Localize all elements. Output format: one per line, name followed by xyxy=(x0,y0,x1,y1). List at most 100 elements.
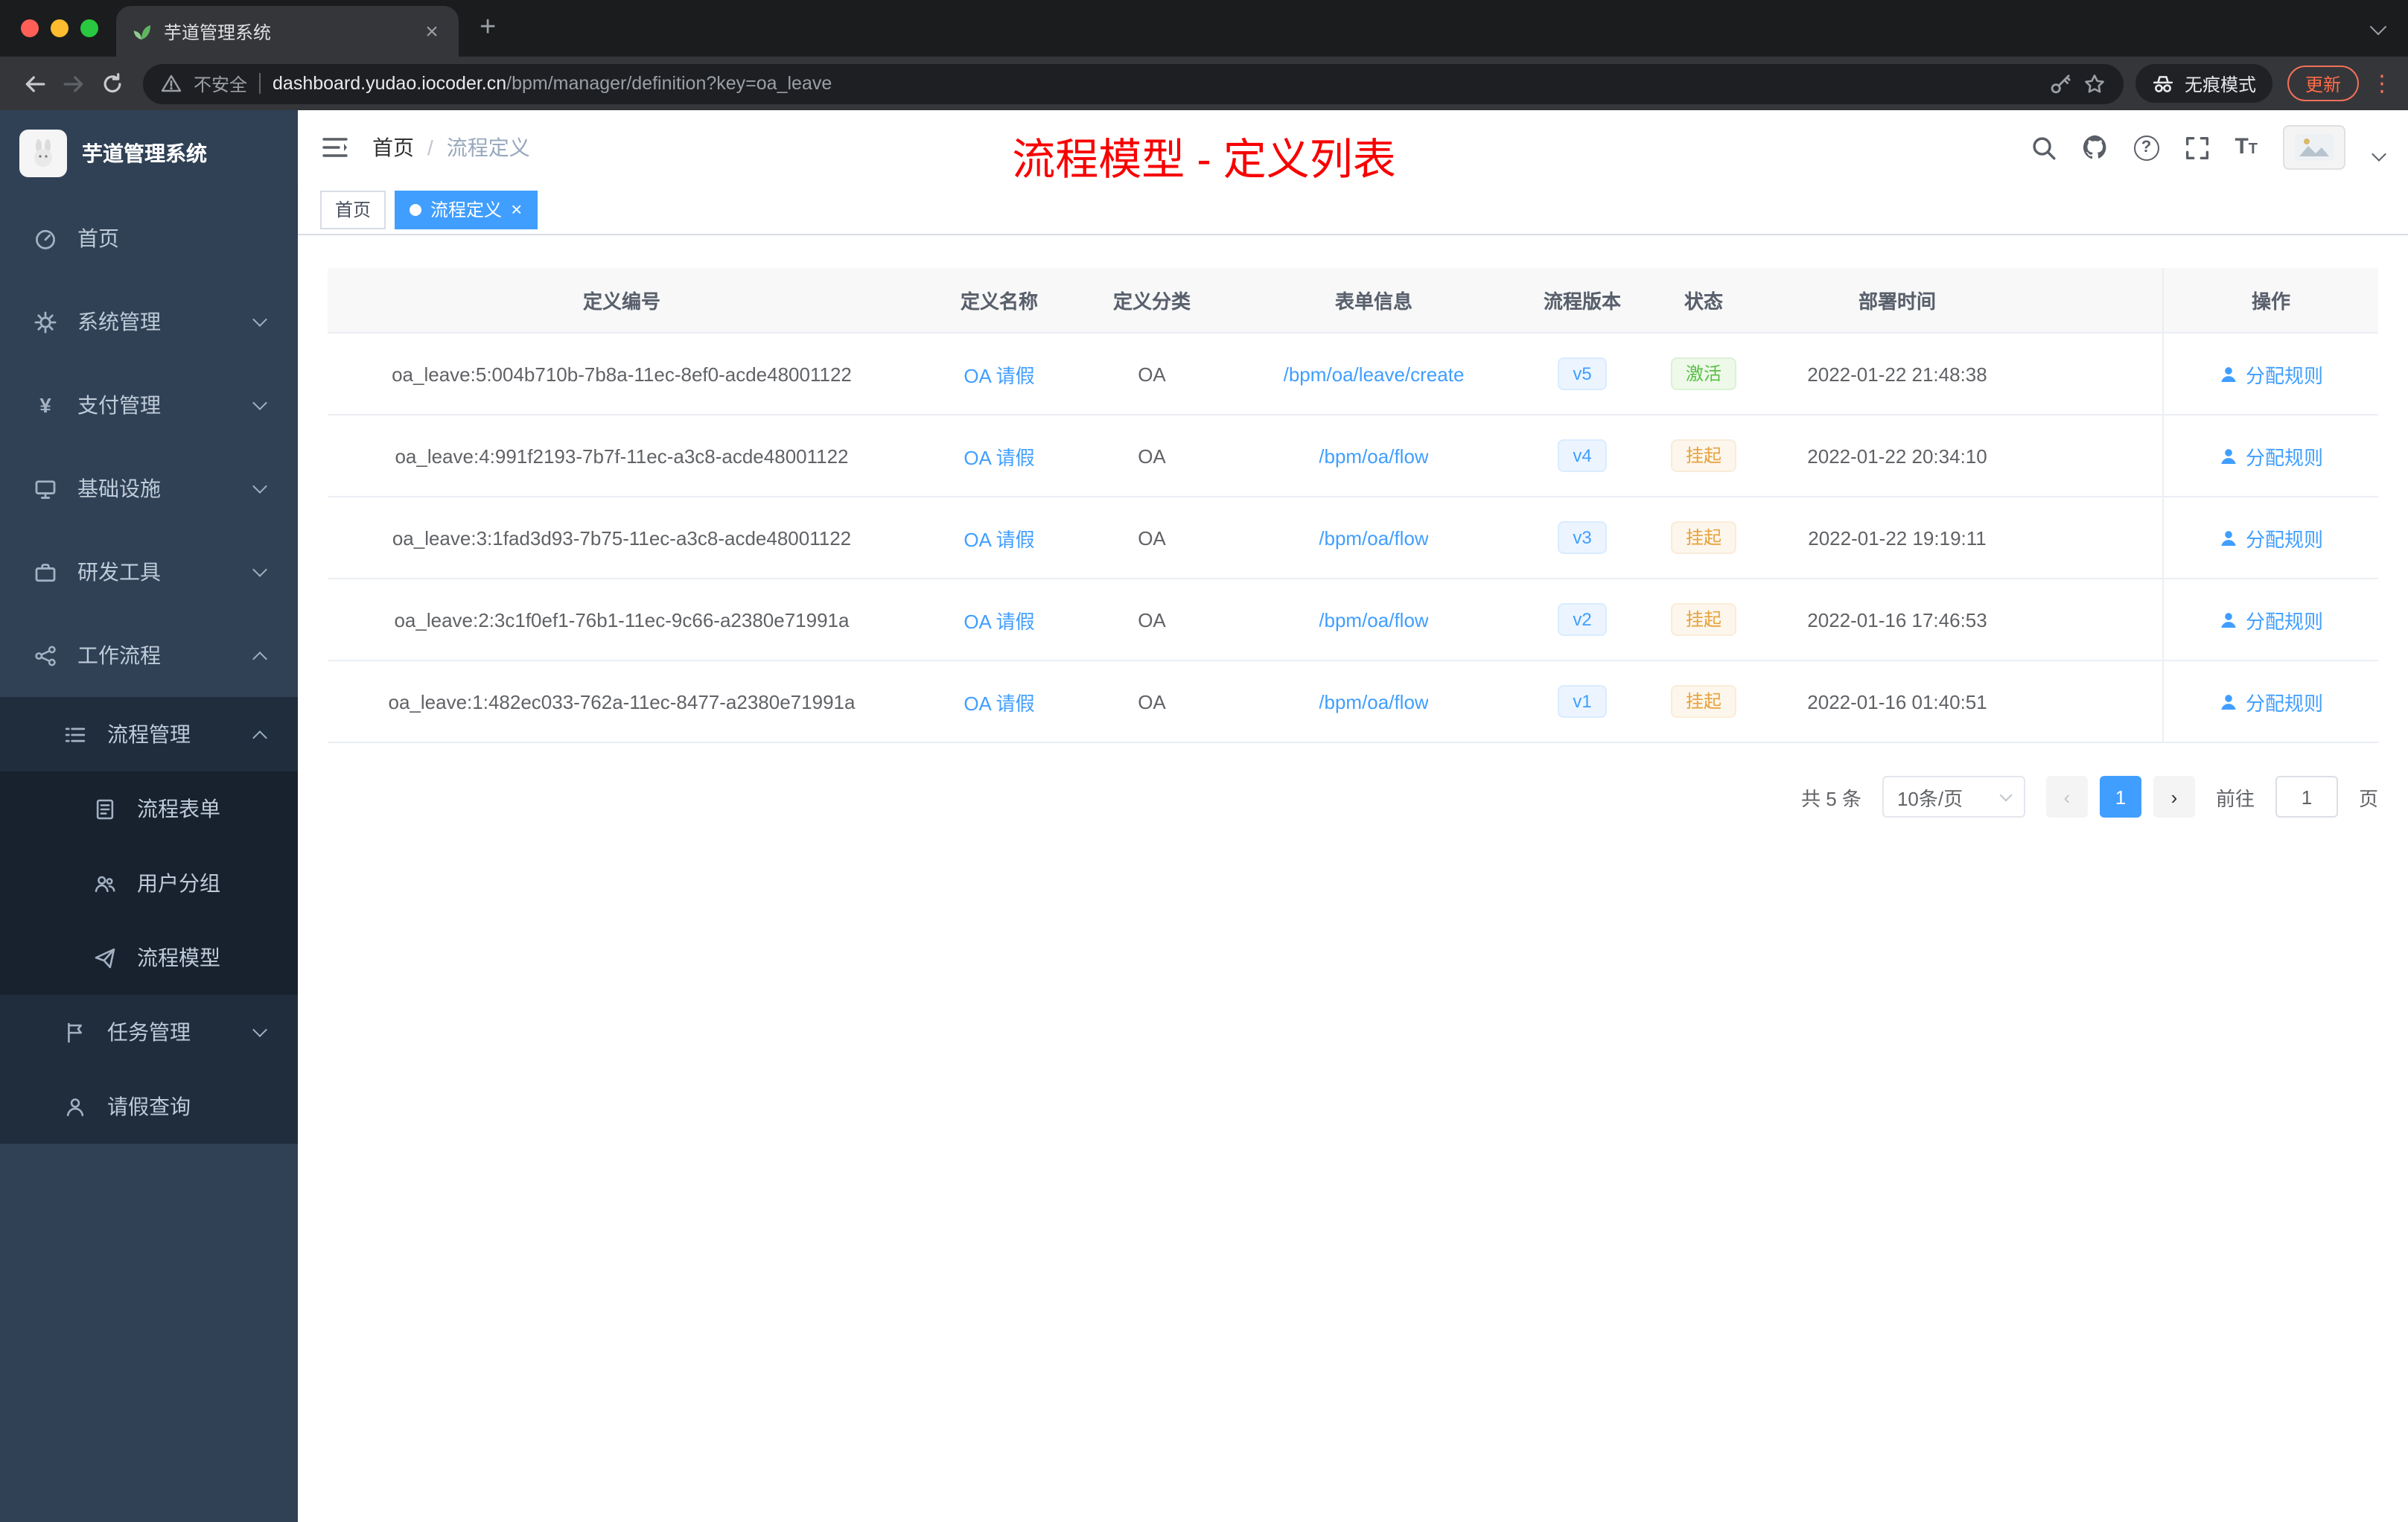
search-icon[interactable] xyxy=(2030,135,2056,160)
table-row: oa_leave:5:004b710b-7b8a-11ec-8ef0-acde4… xyxy=(328,334,2378,415)
github-icon[interactable] xyxy=(2081,134,2108,161)
chrome-update-button[interactable]: 更新 xyxy=(2287,66,2359,101)
assign-rule-button[interactable]: 分配规则 xyxy=(2219,523,2323,552)
status-badge: 挂起 xyxy=(1670,685,1736,718)
version-badge: v5 xyxy=(1558,357,1607,390)
goto-unit: 页 xyxy=(2358,787,2378,809)
sidebar-item-user-group[interactable]: 用户分组 xyxy=(0,846,298,920)
avatar-dropdown-chevron-icon[interactable] xyxy=(2372,146,2386,161)
forward-button[interactable] xyxy=(54,72,92,95)
window-minimize-button[interactable] xyxy=(51,19,69,37)
new-tab-button[interactable]: + xyxy=(480,12,496,45)
assign-rule-button[interactable]: 分配规则 xyxy=(2219,360,2323,388)
user-icon xyxy=(2221,448,2236,464)
definition-table: 定义编号 定义名称 定义分类 表单信息 流程版本 状态 部署时间 操作 oa_l… xyxy=(328,268,2378,743)
tab-favicon-leaf-icon xyxy=(133,25,150,39)
col-deploy-time: 部署时间 xyxy=(1858,290,1936,313)
status-cell: 挂起 xyxy=(1638,661,1769,742)
workflow-submenu: 流程管理 流程表单 用户分组 流程模型 任务管理 请假查询 xyxy=(0,697,298,1144)
tab-title: 芋道管理系统 xyxy=(164,22,272,42)
sidebar-item-devtools[interactable]: 研发工具 xyxy=(0,530,298,614)
tag-home[interactable]: 首页 xyxy=(320,190,386,229)
password-key-icon[interactable] xyxy=(2049,72,2071,95)
workflow-icon xyxy=(33,644,58,666)
tag-process-definition[interactable]: 流程定义 × xyxy=(395,190,538,229)
definition-name-cell: OA 请假 xyxy=(916,415,1083,496)
omnibox-divider xyxy=(259,73,261,94)
form-link[interactable]: /bpm/oa/flow xyxy=(1319,445,1428,467)
breadcrumb-current: 流程定义 xyxy=(446,136,530,159)
sidebar-item-payment[interactable]: ¥ 支付管理 xyxy=(0,363,298,447)
tab-close-icon[interactable]: × xyxy=(420,20,444,42)
assign-rule-button[interactable]: 分配规则 xyxy=(2219,605,2323,634)
bookmark-star-icon[interactable] xyxy=(2083,72,2106,95)
reload-button[interactable] xyxy=(92,72,131,95)
col-process-version: 流程版本 xyxy=(1543,290,1621,313)
prev-page-button[interactable]: ‹ xyxy=(2045,776,2088,818)
sidebar-item-system[interactable]: 系统管理 xyxy=(0,280,298,363)
help-icon[interactable]: ? xyxy=(2133,135,2159,160)
security-warning-icon[interactable] xyxy=(161,73,182,94)
definition-name-link[interactable]: OA 请假 xyxy=(963,687,1034,716)
window-close-button[interactable] xyxy=(21,19,39,37)
version-cell: v5 xyxy=(1526,334,1638,414)
form-link[interactable]: /bpm/oa/flow xyxy=(1319,526,1428,549)
back-button[interactable] xyxy=(15,72,54,95)
status-cell: 挂起 xyxy=(1638,415,1769,496)
address-bar[interactable]: 不安全 dashboard.yudao.iocoder.cn/bpm/manag… xyxy=(143,63,2124,104)
definition-name-cell: OA 请假 xyxy=(916,334,1083,414)
sidebar-item-infrastructure[interactable]: 基础设施 xyxy=(0,447,298,530)
goto-page-input[interactable] xyxy=(2275,776,2338,818)
sidebar-item-workflow[interactable]: 工作流程 xyxy=(0,614,298,697)
sidebar-item-home[interactable]: 首页 xyxy=(0,197,298,280)
sidebar-item-process-form[interactable]: 流程表单 xyxy=(0,771,298,846)
version-cell: v3 xyxy=(1526,497,1638,578)
devtools-icon xyxy=(33,561,58,583)
sidebar-item-leave-query[interactable]: 请假查询 xyxy=(0,1069,298,1144)
browser-tab[interactable]: 芋道管理系统 × xyxy=(116,6,459,57)
font-size-icon[interactable] xyxy=(2235,134,2258,161)
form-link[interactable]: /bpm/oa/flow xyxy=(1319,690,1428,713)
definition-name-link[interactable]: OA 请假 xyxy=(963,360,1034,388)
next-page-button[interactable]: › xyxy=(2153,776,2195,818)
avatar[interactable] xyxy=(2283,125,2345,170)
sidebar-toggle-icon[interactable] xyxy=(322,136,348,159)
window-zoom-button[interactable] xyxy=(80,19,98,37)
tab-search-chevron-icon[interactable] xyxy=(2369,18,2387,36)
home-icon xyxy=(33,227,58,249)
status-badge: 挂起 xyxy=(1670,603,1736,636)
page-1-button[interactable]: 1 xyxy=(2099,776,2141,818)
app-title: 芋道管理系统 xyxy=(82,141,207,165)
definition-id: oa_leave:3:1fad3d93-7b75-11ec-a3c8-acde4… xyxy=(392,526,852,549)
action-cell: 分配规则 xyxy=(2162,415,2378,496)
user-icon xyxy=(2221,366,2236,382)
sidebar-item-task-management[interactable]: 任务管理 xyxy=(0,995,298,1069)
version-cell: v4 xyxy=(1526,415,1638,496)
spacer-cell xyxy=(2025,334,2162,414)
definition-name-link[interactable]: OA 请假 xyxy=(963,605,1034,634)
sidebar-logo[interactable]: 芋道管理系统 xyxy=(0,110,298,197)
definition-name-link[interactable]: OA 请假 xyxy=(963,442,1034,470)
assign-rule-button[interactable]: 分配规则 xyxy=(2219,687,2323,716)
deploy-time: 2022-01-22 20:34:10 xyxy=(1807,445,1987,467)
definition-category: OA xyxy=(1138,445,1166,467)
fullscreen-icon[interactable] xyxy=(2184,135,2209,160)
definition-name-cell: OA 请假 xyxy=(916,497,1083,578)
sidebar-item-process-management[interactable]: 流程管理 xyxy=(0,697,298,771)
table-row: oa_leave:3:1fad3d93-7b75-11ec-a3c8-acde4… xyxy=(328,497,2378,579)
user-icon xyxy=(2221,612,2236,628)
breadcrumb-home[interactable]: 首页 xyxy=(372,133,414,162)
version-cell: v2 xyxy=(1526,579,1638,660)
page-size-select[interactable]: 10条/页 xyxy=(1882,776,2025,818)
incognito-badge: 无痕模式 xyxy=(2135,64,2272,103)
form-link[interactable]: /bpm/oa/leave/create xyxy=(1284,363,1465,385)
user-icon xyxy=(2221,694,2236,710)
form-link[interactable]: /bpm/oa/flow xyxy=(1319,608,1428,631)
browser-menu-icon[interactable]: ⋮ xyxy=(2371,70,2393,97)
definition-name-link[interactable]: OA 请假 xyxy=(963,523,1034,552)
definition-id: oa_leave:2:3c1f0ef1-76b1-11ec-9c66-a2380… xyxy=(394,608,850,631)
assign-rule-button[interactable]: 分配规则 xyxy=(2219,442,2323,470)
sidebar-item-process-model[interactable]: 流程模型 xyxy=(0,920,298,995)
main-area: 首页 / 流程定义 ? T T 首页 流程定义 × 定义编号 定义名称 定义分类… xyxy=(298,110,2408,1522)
tag-close-icon[interactable]: × xyxy=(511,200,522,219)
